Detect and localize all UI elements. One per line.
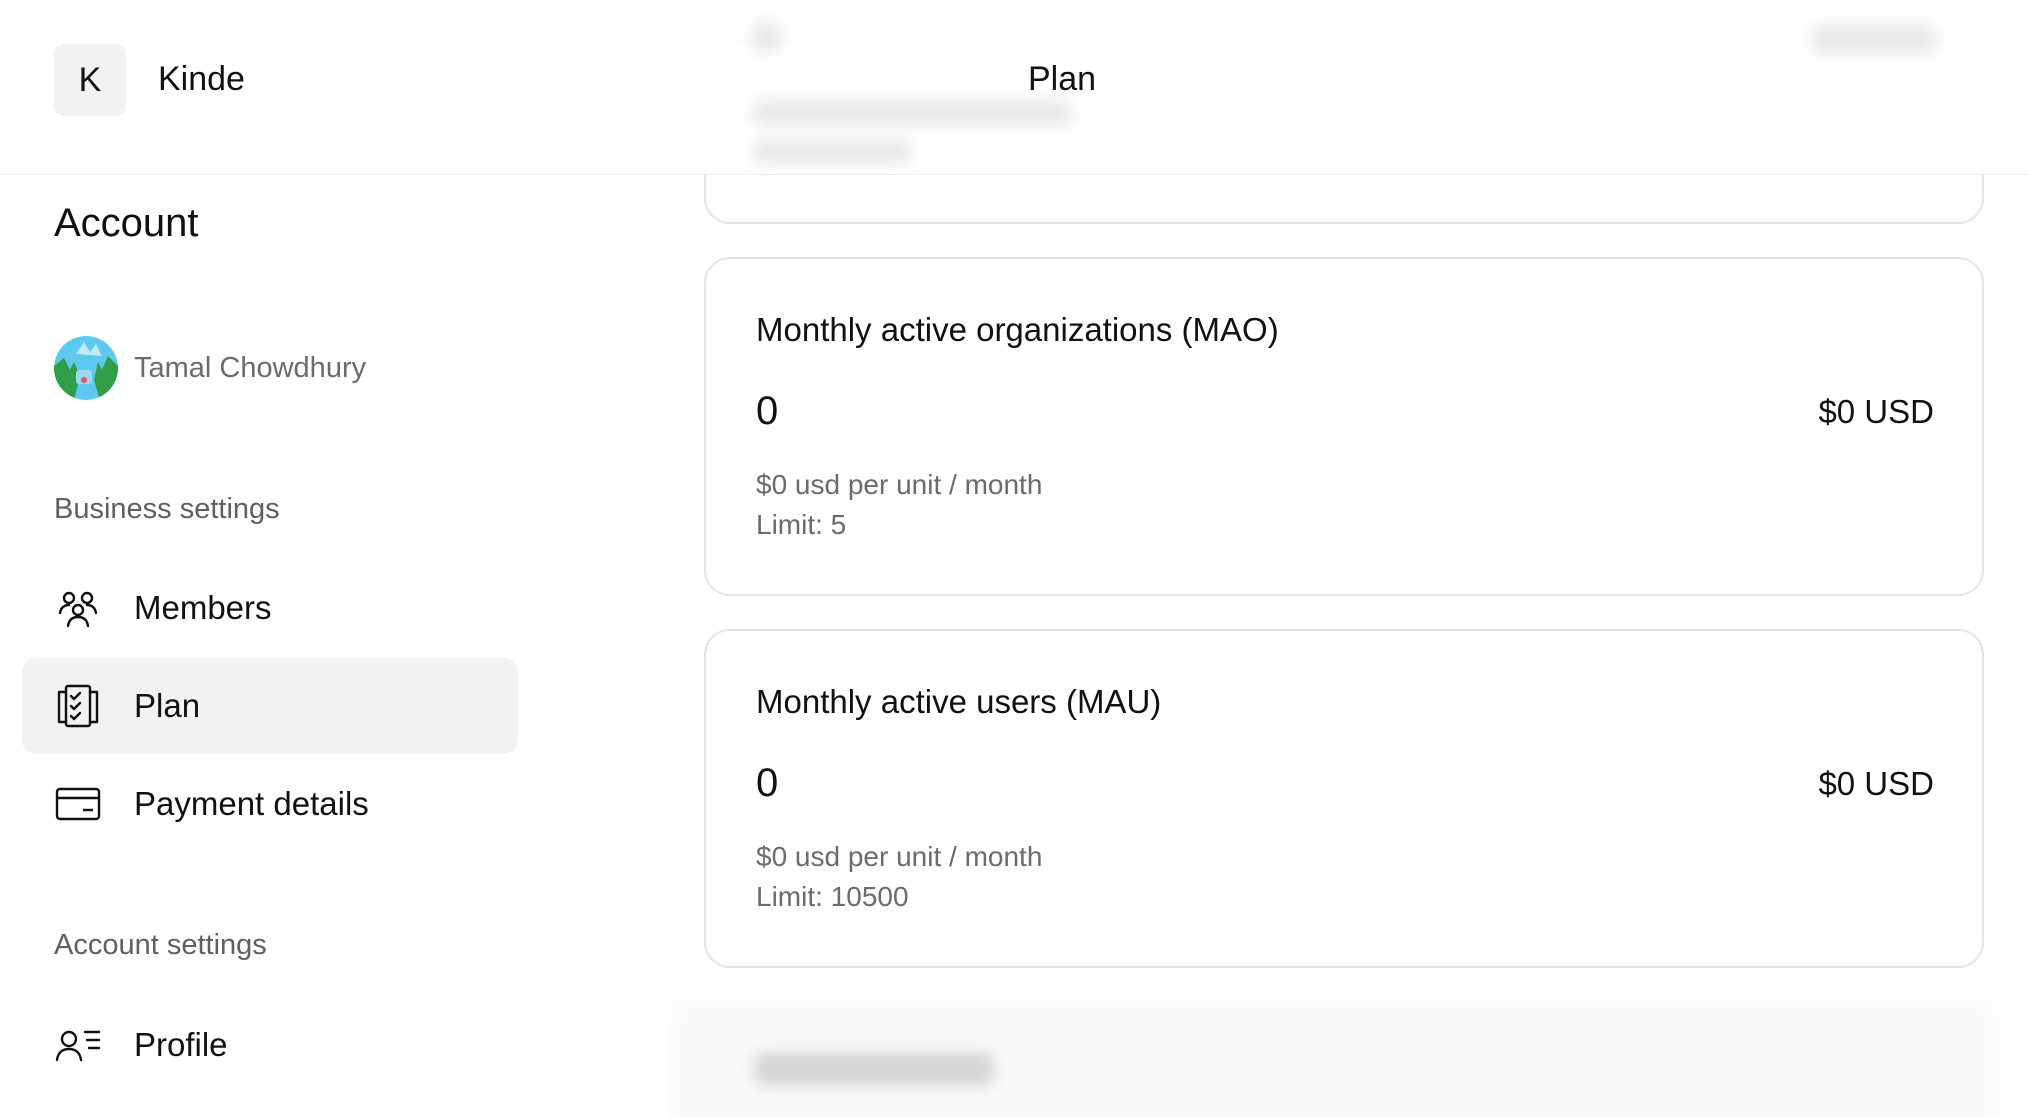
usage-price: $0 USD (1818, 765, 1934, 802)
sidebar-item-plan[interactable]: Plan (22, 658, 518, 754)
blurred-background-content (752, 22, 782, 52)
usage-card-mao: Monthly active organizations (MAO) 0 $0 … (704, 257, 1984, 596)
sidebar-item-label: Members (134, 589, 272, 626)
members-icon (54, 584, 102, 632)
account-settings-label: Account settings (54, 929, 267, 961)
blurred-background-content (752, 100, 1072, 126)
usage-count: 0 (756, 389, 779, 433)
plan-icon (54, 682, 102, 730)
sidebar-title: Account (54, 201, 199, 245)
usage-limit: Limit: 5 (756, 509, 847, 540)
sidebar-item-profile[interactable]: Profile (22, 997, 518, 1093)
brand-name: Kinde (158, 60, 245, 98)
brand-logo[interactable]: K (54, 44, 126, 116)
blurred-background-content (752, 140, 912, 164)
page-title: Plan (1027, 60, 1097, 98)
usage-card-mau: Monthly active users (MAU) 0 $0 USD $0 u… (704, 629, 1984, 968)
user-profile-row[interactable]: Tamal Chowdhury (54, 336, 366, 400)
blurred-background-content (754, 1052, 994, 1086)
sidebar-item-label: Profile (134, 1026, 228, 1063)
usage-limit: Limit: 10500 (756, 881, 909, 912)
avatar (54, 336, 118, 400)
unit-price: $0 usd per unit / month (756, 841, 1043, 872)
sidebar-item-label: Plan (134, 687, 201, 724)
brand-logo-letter: K (78, 60, 102, 99)
usage-count: 0 (756, 761, 779, 805)
card-title: Monthly active organizations (MAO) (756, 311, 1279, 348)
top-header: K Kinde Plan (0, 0, 2028, 175)
account-sidebar: Account Tamal Chowdhury Business setting… (0, 175, 540, 1117)
card-title: Monthly active users (MAU) (756, 683, 1162, 720)
sidebar-item-payment-details[interactable]: Payment details (22, 756, 518, 852)
sidebar-item-members[interactable]: Members (22, 560, 518, 656)
unit-price: $0 usd per unit / month (756, 469, 1043, 500)
user-name: Tamal Chowdhury (134, 351, 367, 384)
business-settings-label: Business settings (54, 493, 280, 525)
credit-card-icon (54, 780, 102, 828)
blurred-background-content (1812, 24, 1936, 54)
sidebar-item-label: Payment details (134, 785, 369, 822)
usage-price: $0 USD (1818, 393, 1934, 430)
profile-icon (54, 1021, 102, 1069)
